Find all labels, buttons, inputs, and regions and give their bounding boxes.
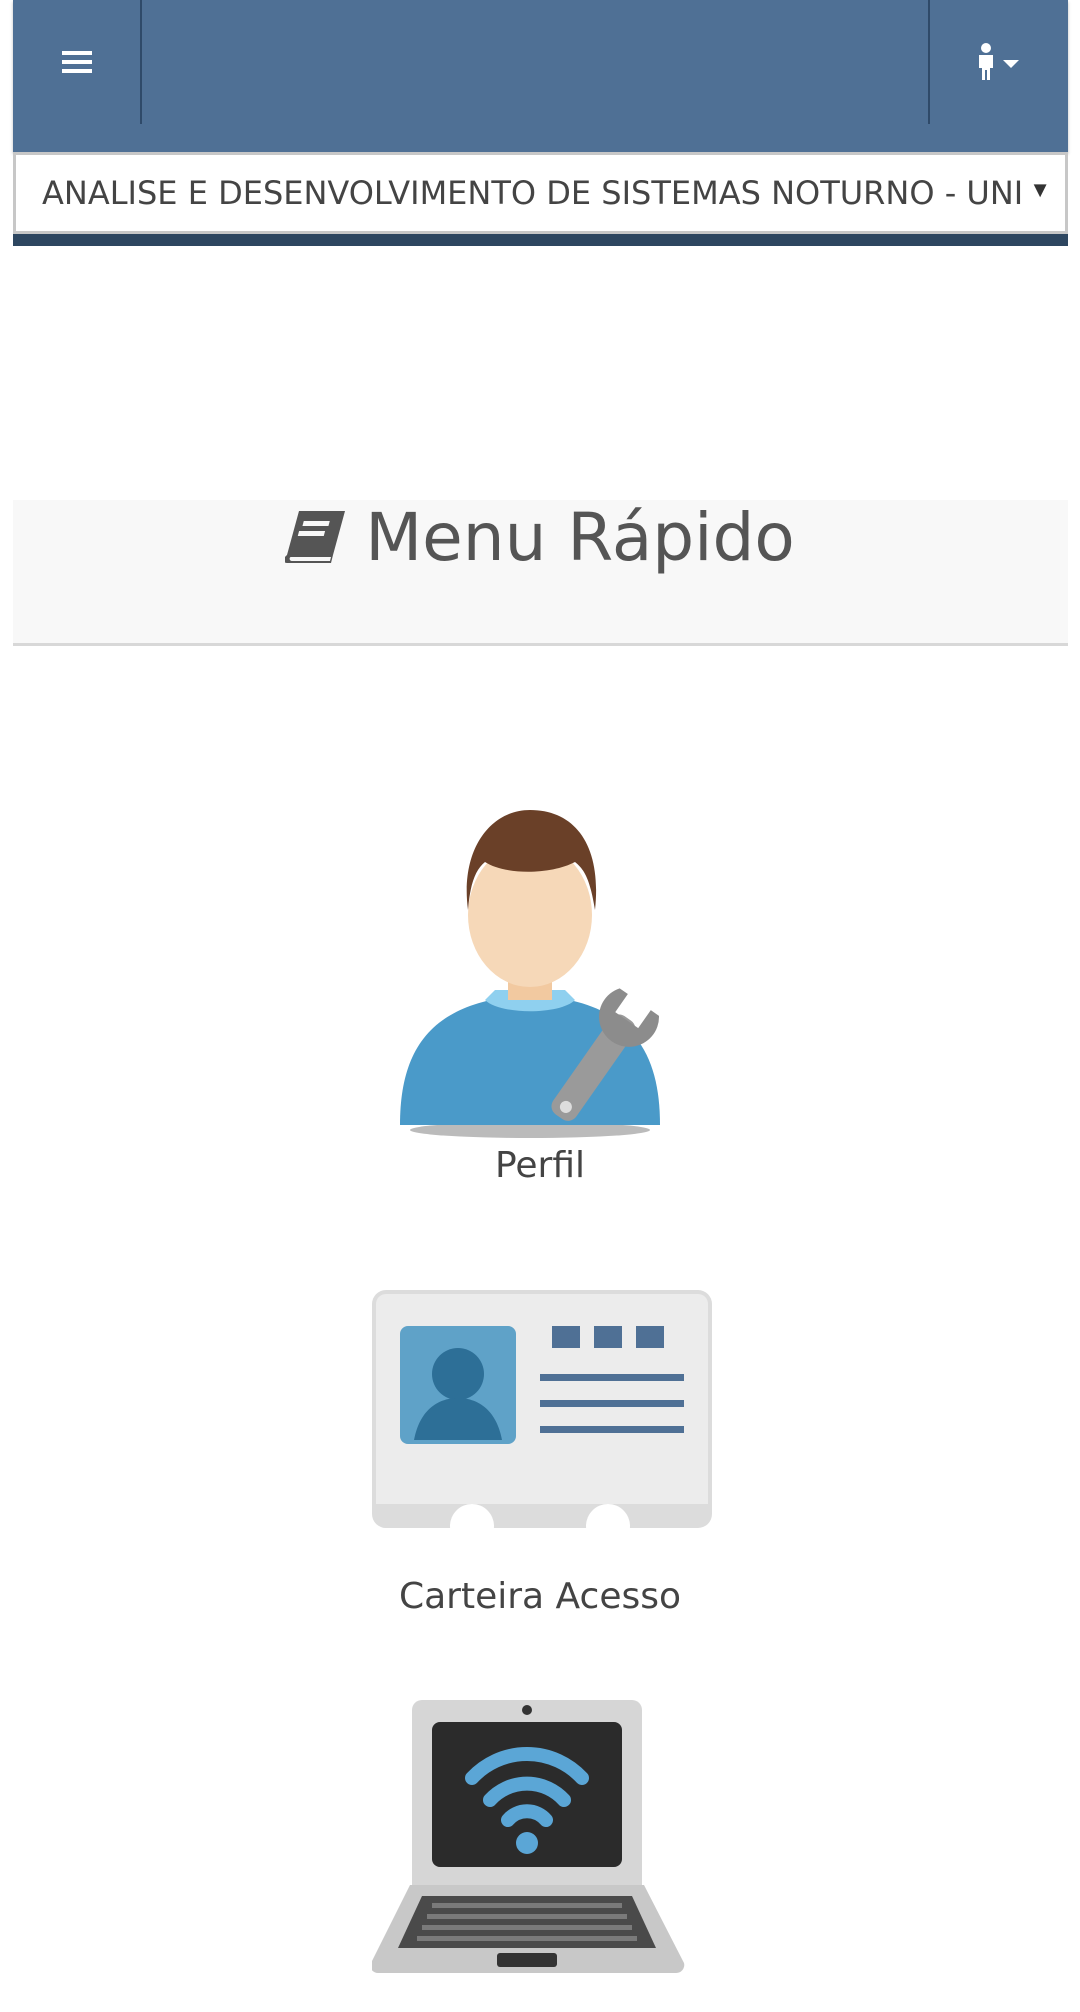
- user-menu-button[interactable]: [928, 0, 1068, 124]
- tile-carteira-acesso-label: Carteira Acesso: [398, 1576, 682, 1617]
- tile-perfil-label: Perfil: [494, 1145, 586, 1186]
- user-profile-wrench-icon: [400, 810, 660, 1138]
- id-card-icon: [372, 1290, 712, 1530]
- quick-menu-title-row: Menu Rápido: [0, 497, 1080, 577]
- user-dropdown-icon: [979, 43, 1019, 80]
- laptop-wifi-icon: [372, 1700, 685, 1974]
- tile-perfil[interactable]: Perfil: [0, 800, 1080, 1200]
- menu-toggle-button[interactable]: [13, 0, 142, 124]
- book-icon: [285, 511, 346, 563]
- tile-carteira-acesso[interactable]: Carteira Acesso: [0, 1290, 1080, 1630]
- top-navbar: [13, 0, 1068, 152]
- quick-menu-title: Menu Rápido: [365, 498, 795, 576]
- hamburger-menu-icon: [61, 51, 92, 73]
- chevron-down-icon: ▼: [1029, 177, 1051, 202]
- header-divider-strip: [13, 234, 1068, 246]
- course-select-value: ANALISE E DESENVOLVIMENTO DE SISTEMAS NO…: [42, 174, 1024, 212]
- tile-wifi[interactable]: [0, 1700, 1080, 2012]
- course-select[interactable]: ANALISE E DESENVOLVIMENTO DE SISTEMAS NO…: [13, 152, 1068, 234]
